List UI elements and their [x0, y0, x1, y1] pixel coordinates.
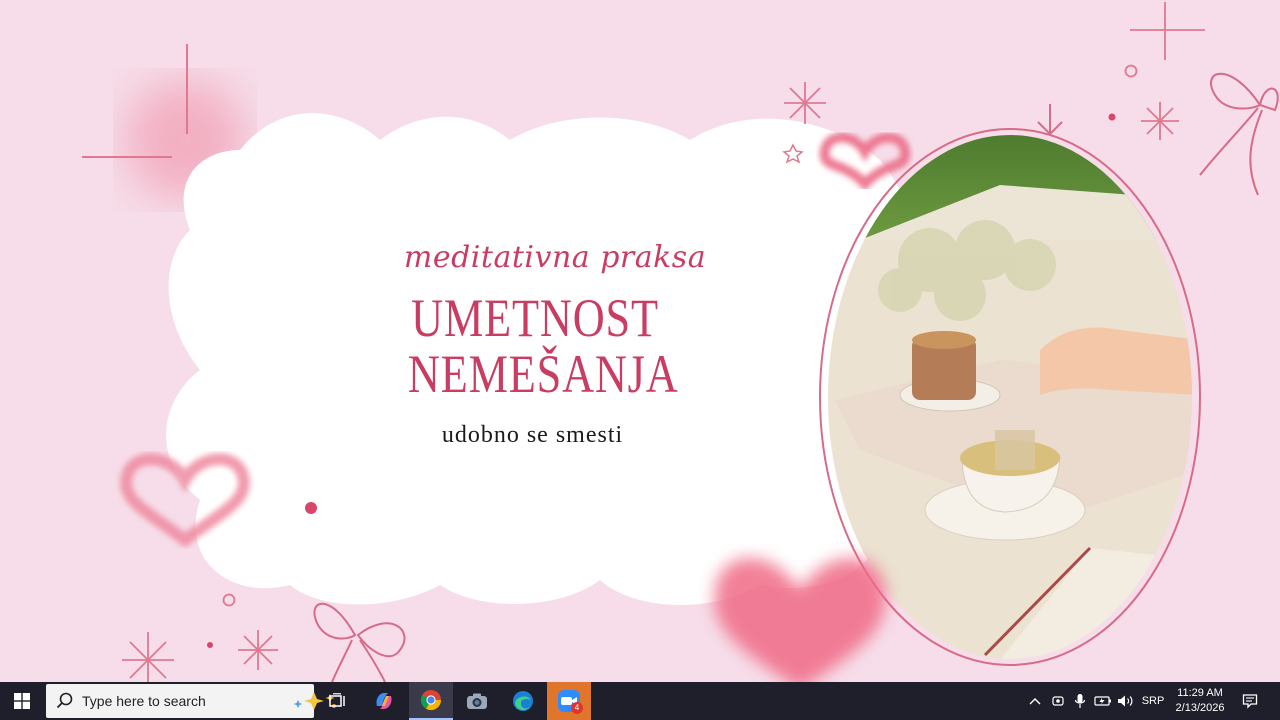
- tray-battery[interactable]: [1092, 682, 1114, 720]
- tray-volume[interactable]: [1115, 682, 1137, 720]
- sparkle-cross-icon: [1130, 2, 1205, 60]
- slide-title-line-2: NEMEŠANJA: [407, 344, 679, 404]
- chrome-button[interactable]: [409, 682, 453, 720]
- slide-title-line-1: UMETNOST: [411, 288, 659, 348]
- zoom-button[interactable]: 4: [547, 682, 591, 720]
- camera-button[interactable]: [455, 682, 499, 720]
- starburst-icon: [784, 82, 826, 124]
- battery-charging-icon: [1094, 696, 1111, 706]
- presentation-slide: meditativna praksa UMETNOST NEMEŠANJA ud…: [0, 0, 1280, 682]
- taskbar-search-box[interactable]: Type here to search: [46, 684, 336, 718]
- task-view-button[interactable]: [316, 682, 360, 720]
- copilot-button[interactable]: [362, 682, 406, 720]
- chevron-up-icon: [1029, 698, 1041, 705]
- slide-subtitle: udobno se smesti: [441, 422, 624, 448]
- arrow-icon: [1037, 104, 1063, 136]
- chrome-icon: [420, 690, 442, 711]
- edge-button[interactable]: [501, 682, 545, 720]
- clock-time: 11:29 AM: [1177, 687, 1223, 699]
- speaker-icon: [1118, 695, 1133, 707]
- task-view-icon: [329, 693, 345, 707]
- bow-icon: [313, 602, 406, 682]
- bow-icon: [1199, 72, 1279, 196]
- tray-camera-status[interactable]: [1048, 682, 1068, 720]
- starburst-icon: [238, 630, 278, 670]
- camera-icon: [467, 693, 487, 709]
- windows-taskbar: Type here to search 4 SRP 11:29 AM 2/13/…: [0, 682, 1280, 720]
- start-button[interactable]: [0, 682, 44, 720]
- slide-title: UMETNOST NEMEŠANJA: [407, 288, 679, 404]
- dot: [207, 642, 213, 648]
- search-icon: [56, 692, 73, 709]
- copilot-icon: [376, 693, 392, 709]
- zoom-notification-badge: 4: [571, 702, 583, 714]
- starburst-icon: [1141, 102, 1179, 140]
- webcam-icon: [1052, 696, 1064, 706]
- windows-logo-icon: [14, 693, 30, 709]
- show-hidden-icons-button[interactable]: [1026, 682, 1044, 720]
- edge-icon: [513, 691, 533, 711]
- search-placeholder: Type here to search: [82, 693, 206, 709]
- taskbar-clock[interactable]: 11:29 AM 2/13/2026: [1166, 686, 1234, 716]
- ring: [222, 593, 236, 607]
- microphone-icon: [1074, 694, 1086, 708]
- dot: [1108, 113, 1116, 121]
- notifications-button[interactable]: [1236, 682, 1264, 720]
- input-language-indicator[interactable]: SRP: [1139, 682, 1167, 720]
- starburst-icon: [122, 632, 174, 682]
- dot: [305, 502, 317, 514]
- clock-date: 2/13/2026: [1175, 702, 1225, 714]
- tray-microphone[interactable]: [1070, 682, 1090, 720]
- ring: [1124, 64, 1138, 78]
- notification-center-icon: [1242, 694, 1258, 709]
- slide-kicker: meditativna praksa: [403, 240, 707, 275]
